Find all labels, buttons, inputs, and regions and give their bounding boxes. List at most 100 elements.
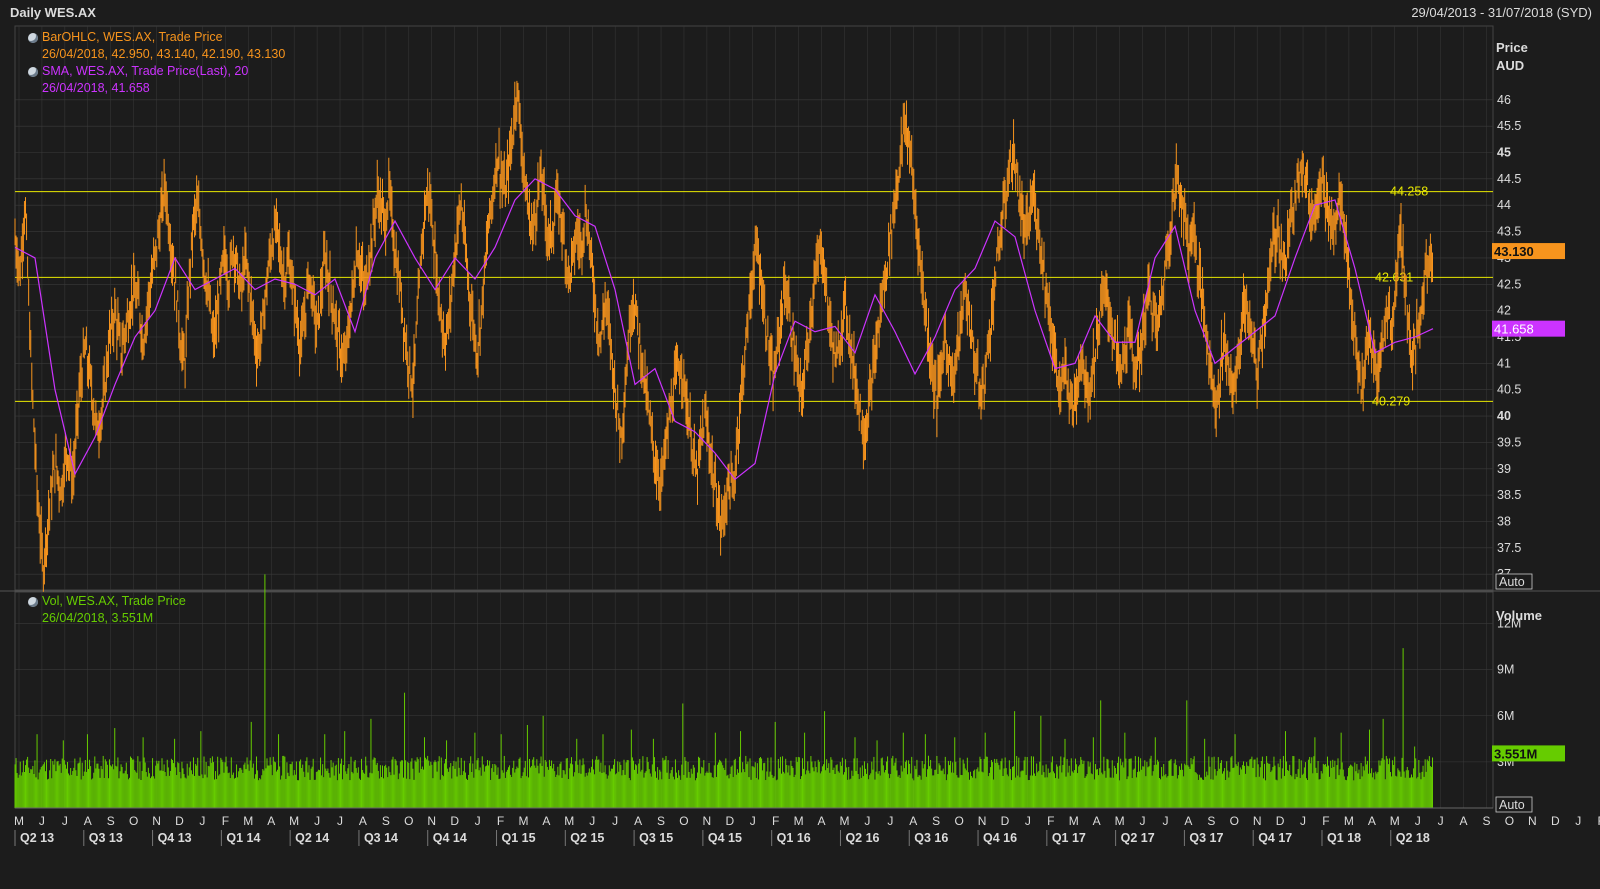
- month-tick-label: D: [1001, 814, 1010, 828]
- price-panel-border: [14, 25, 1494, 591]
- price-tick-label: 40.5: [1497, 383, 1521, 397]
- month-tick-label: D: [450, 814, 459, 828]
- month-tick-label: A: [1460, 814, 1468, 828]
- month-tick-label: A: [909, 814, 917, 828]
- volume-bars: [14, 574, 1433, 808]
- quarter-tick-label: Q1 17: [1052, 831, 1086, 845]
- price-tick-label: 39: [1497, 462, 1511, 476]
- month-tick-label: M: [1069, 814, 1079, 828]
- month-tick-label: J: [750, 814, 756, 828]
- chart-canvas[interactable]: 44.25842.63140.279 3737.53838.53939.5404…: [0, 24, 1600, 889]
- x-axis: MJJASONDJFMAMJJASONDJFMAMJJASONDJFMAMJJA…: [14, 807, 1600, 846]
- month-tick-label: D: [175, 814, 184, 828]
- month-tick-label: D: [1276, 814, 1285, 828]
- level-label: 44.258: [1390, 185, 1428, 199]
- month-tick-label: J: [1575, 814, 1581, 828]
- month-tick-label: M: [1115, 814, 1125, 828]
- quarter-tick-label: Q3 15: [639, 831, 673, 845]
- last-close-label: 43.130: [1494, 244, 1534, 259]
- month-tick-label: S: [107, 814, 115, 828]
- month-tick-label: N: [152, 814, 161, 828]
- month-tick-label: J: [864, 814, 870, 828]
- ohlc-legend-values: 26/04/2018, 42.950, 43.140, 42.190, 43.1…: [42, 47, 286, 61]
- last-sma-label: 41.658: [1494, 322, 1534, 337]
- price-tick-label: 41: [1497, 356, 1511, 370]
- quarter-tick-label: Q1 16: [777, 831, 811, 845]
- quarter-tick-label: Q1 14: [226, 831, 260, 845]
- quarter-tick-label: Q4 13: [158, 831, 192, 845]
- month-tick-label: A: [542, 814, 550, 828]
- expand-icon[interactable]: [28, 596, 38, 607]
- chart-window: Daily WES.AX 29/04/2013 - 31/07/2018 (SY…: [0, 0, 1600, 889]
- price-axis-title: Price: [1496, 40, 1528, 55]
- month-tick-label: N: [427, 814, 436, 828]
- sma-legend-row[interactable]: SMA, WES.AX, Trade Price(Last), 20: [28, 63, 285, 80]
- month-tick-label: F: [1322, 814, 1329, 828]
- price-tick-label: 37.5: [1497, 541, 1521, 555]
- ohlc-legend-label: BarOHLC, WES.AX, Trade Price: [42, 30, 223, 44]
- chart-title: Daily WES.AX: [10, 5, 96, 20]
- month-tick-label: N: [1253, 814, 1262, 828]
- price-tick-label: 45.5: [1497, 119, 1521, 133]
- auto-volume-label: Auto: [1499, 798, 1525, 812]
- price-bars: [14, 80, 1433, 592]
- price-tick-label: 38.5: [1497, 488, 1521, 502]
- month-tick-label: J: [589, 814, 595, 828]
- price-tick-label: 44.5: [1497, 172, 1521, 186]
- ohlc-legend-row[interactable]: BarOHLC, WES.AX, Trade Price: [28, 29, 285, 46]
- month-tick-label: A: [634, 814, 642, 828]
- volume-tick-label: 9M: [1497, 663, 1514, 677]
- price-tick-label: 42.5: [1497, 277, 1521, 291]
- quarter-tick-label: Q3 17: [1189, 831, 1223, 845]
- month-tick-label: O: [1505, 814, 1514, 828]
- month-tick-label: N: [1528, 814, 1537, 828]
- grid: [0, 25, 1600, 809]
- axes: 3737.53838.53939.54040.54141.54242.54343…: [1492, 40, 1565, 813]
- vol-legend-values: 26/04/2018, 3.551M: [42, 611, 154, 625]
- month-tick-label: S: [382, 814, 390, 828]
- month-tick-label: M: [243, 814, 253, 828]
- price-tick-label: 46: [1497, 93, 1511, 107]
- price-tick-label: 44: [1497, 198, 1511, 212]
- month-tick-label: J: [314, 814, 320, 828]
- month-tick-label: J: [475, 814, 481, 828]
- quarter-tick-label: Q4 17: [1258, 831, 1292, 845]
- price-tick-label: 43.5: [1497, 225, 1521, 239]
- month-tick-label: J: [337, 814, 343, 828]
- quarter-tick-label: Q1 15: [502, 831, 536, 845]
- month-tick-label: J: [612, 814, 618, 828]
- month-tick-label: A: [267, 814, 275, 828]
- price-tick-label: 38: [1497, 514, 1511, 528]
- month-tick-label: J: [1162, 814, 1168, 828]
- vol-legend-row[interactable]: Vol, WES.AX, Trade Price: [28, 593, 186, 610]
- month-tick-label: J: [1438, 814, 1444, 828]
- expand-icon[interactable]: [28, 66, 38, 77]
- month-tick-label: F: [772, 814, 779, 828]
- month-tick-label: M: [1344, 814, 1354, 828]
- month-tick-label: O: [404, 814, 413, 828]
- month-tick-label: M: [1390, 814, 1400, 828]
- expand-icon[interactable]: [28, 32, 38, 43]
- price-tick-label: 42: [1497, 304, 1511, 318]
- chart-header: Daily WES.AX 29/04/2013 - 31/07/2018 (SY…: [0, 0, 1600, 24]
- month-tick-label: M: [518, 814, 528, 828]
- month-tick-label: O: [1230, 814, 1239, 828]
- month-tick-label: S: [657, 814, 665, 828]
- month-tick-label: D: [1551, 814, 1560, 828]
- volume-axis-title: Volume: [1496, 608, 1542, 623]
- quarter-tick-label: Q4 14: [433, 831, 467, 845]
- month-tick-label: M: [14, 814, 24, 828]
- month-tick-label: M: [794, 814, 804, 828]
- sma-legend-label: SMA, WES.AX, Trade Price(Last), 20: [42, 64, 249, 78]
- quarter-tick-label: Q3 13: [89, 831, 123, 845]
- month-tick-label: J: [1025, 814, 1031, 828]
- quarter-tick-label: Q2 16: [845, 831, 879, 845]
- month-tick-label: F: [1047, 814, 1054, 828]
- month-tick-label: M: [839, 814, 849, 828]
- month-tick-label: N: [978, 814, 987, 828]
- month-tick-label: O: [679, 814, 688, 828]
- price-legend: BarOHLC, WES.AX, Trade Price 26/04/2018,…: [28, 29, 285, 97]
- quarter-tick-label: Q3 16: [914, 831, 948, 845]
- month-tick-label: S: [932, 814, 940, 828]
- month-tick-label: A: [1184, 814, 1192, 828]
